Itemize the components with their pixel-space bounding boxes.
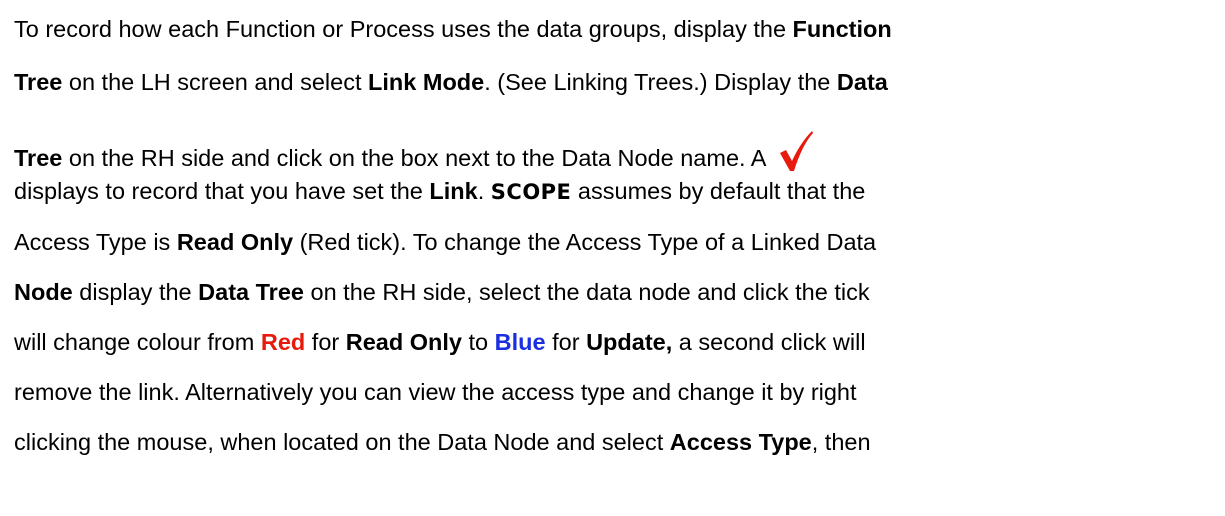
red-colour-word: Red (260, 329, 306, 355)
text-run: on the RH side, select the data node and… (303, 279, 870, 305)
bold-term-link-mode: Link Mode (368, 69, 485, 95)
text-run: Access Type is (14, 229, 177, 255)
bold-term-function: Function (792, 16, 892, 42)
bold-term-data-tree: Data Tree (198, 279, 304, 305)
bold-term-access-type: Access Type (669, 429, 812, 455)
text-run: (Red tick). To change the Access Type of… (293, 229, 877, 255)
text-run: to (461, 329, 495, 355)
text-run: displays to record that you have set the (14, 178, 430, 204)
paragraph-line-1: To record how each Function or Process u… (14, 14, 892, 44)
product-name-scope: SCOPE (490, 180, 572, 204)
document-page: To record how each Function or Process u… (0, 0, 1225, 516)
text-run: To record how each Function or Process u… (14, 16, 793, 42)
text-run: clicking the mouse, when located on the … (14, 429, 670, 455)
text-run: for (545, 329, 587, 355)
text-run: display the (72, 279, 199, 305)
text-run: assumes by default that the (571, 178, 866, 204)
text-run: on the LH screen and select (62, 69, 369, 95)
red-tick-icon (779, 131, 813, 171)
paragraph-line-8: remove the link. Alternatively you can v… (14, 377, 857, 407)
bold-term-read-only: Read Only (345, 329, 462, 355)
paragraph-line-2: Tree on the LH screen and select Link Mo… (14, 67, 888, 97)
text-run: for (305, 329, 346, 355)
paragraph-line-6: Node display the Data Tree on the RH sid… (14, 277, 870, 307)
text-run: remove the link. Alternatively you can v… (14, 379, 857, 405)
bold-term-update: Update, (586, 329, 673, 355)
paragraph-line-5: Access Type is Read Only (Red tick). To … (14, 227, 876, 257)
bold-term-data: Data (836, 69, 888, 95)
bold-term-tree: Tree (14, 145, 63, 171)
text-run: . (See Linking Trees.) Display the (484, 69, 837, 95)
bold-term-link: Link (429, 178, 478, 204)
bold-term-read-only: Read Only (176, 229, 294, 255)
text-run: will change colour from (14, 329, 261, 355)
bold-term-node: Node (14, 279, 73, 305)
text-run: a second click will (672, 329, 866, 355)
text-run: . (477, 178, 491, 204)
text-run: , then (811, 429, 871, 455)
paragraph-line-3: Tree on the RH side and click on the box… (14, 130, 814, 173)
paragraph-line-9: clicking the mouse, when located on the … (14, 427, 871, 457)
bold-term-tree: Tree (14, 69, 63, 95)
blue-colour-word: Blue (494, 329, 546, 355)
text-run: on the RH side and click on the box next… (62, 145, 772, 171)
paragraph-line-4: displays to record that you have set the… (14, 176, 865, 207)
paragraph-line-7: will change colour from Red for Read Onl… (14, 327, 866, 357)
